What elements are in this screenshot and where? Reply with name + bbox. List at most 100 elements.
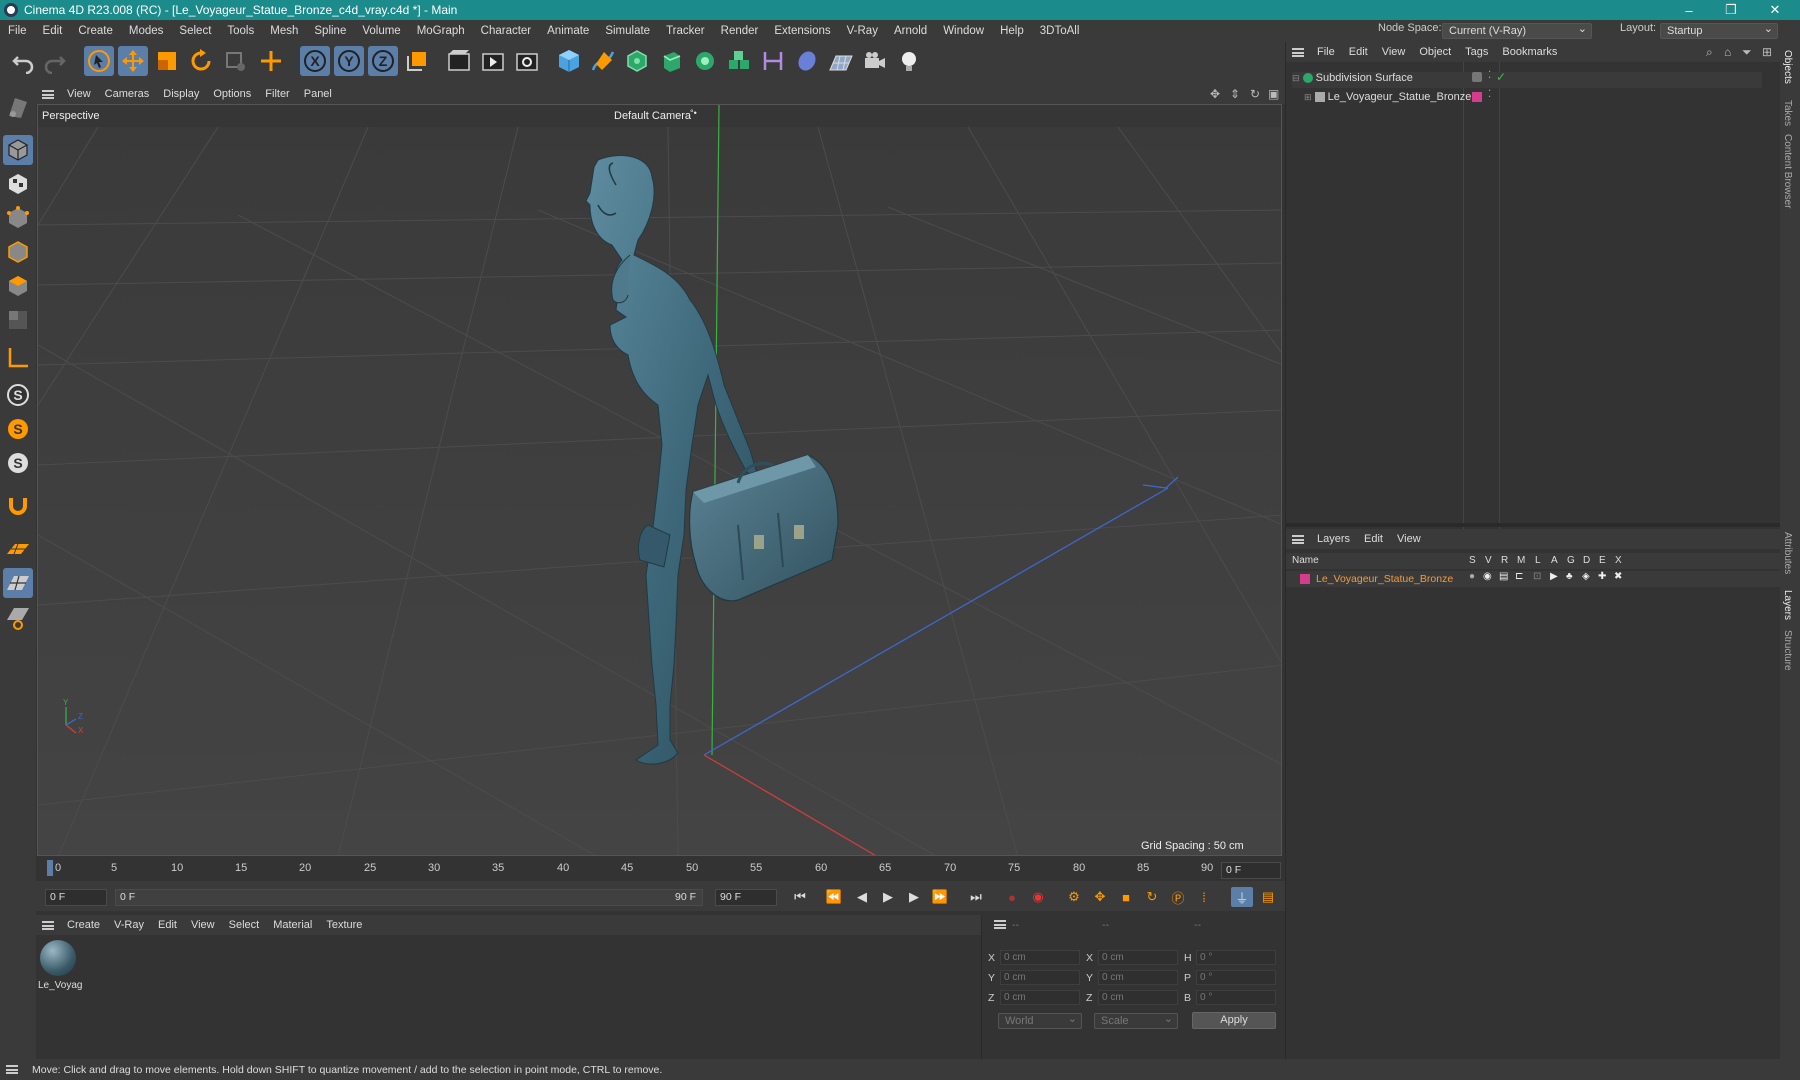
node-space-dropdown[interactable]: Current (V-Ray): [1442, 23, 1592, 39]
menu-spline[interactable]: Spline: [306, 25, 354, 37]
live-selection-icon[interactable]: [220, 46, 250, 76]
tab-structure[interactable]: Structure: [1782, 630, 1793, 671]
menu-mograph[interactable]: MoGraph: [409, 25, 473, 37]
previous-key-icon[interactable]: ⏪: [823, 887, 845, 907]
size-z-field[interactable]: 0 cm: [1098, 990, 1178, 1005]
viewport-menu-options[interactable]: Options: [206, 88, 258, 100]
menu-arnold[interactable]: Arnold: [886, 25, 935, 37]
axis-y-button[interactable]: Y: [334, 46, 364, 76]
coordinate-space-dropdown[interactable]: World: [998, 1013, 1082, 1029]
quantize-snap-icon[interactable]: S: [3, 448, 33, 478]
magnet-tool-icon[interactable]: [3, 490, 33, 520]
layer-tag-icon[interactable]: [1472, 72, 1482, 82]
current-frame-marker[interactable]: [47, 860, 53, 876]
cloner-icon[interactable]: [690, 46, 720, 76]
snap-icon[interactable]: S: [3, 380, 33, 410]
object-row-subdivision[interactable]: ⊟ Subdivision Surface ⁚ ✓: [1292, 70, 1762, 88]
deformer-icon[interactable]: [758, 46, 788, 76]
lm-menu-edit[interactable]: Edit: [1357, 533, 1390, 545]
render-settings-icon[interactable]: [512, 46, 542, 76]
previous-frame-icon[interactable]: ◀: [851, 887, 873, 907]
axis-x-button[interactable]: X: [300, 46, 330, 76]
render-to-picture-viewer-icon[interactable]: [478, 46, 508, 76]
tab-attributes[interactable]: Attributes: [1782, 532, 1793, 574]
layer-color-swatch[interactable]: [1300, 574, 1310, 584]
apply-button[interactable]: Apply: [1192, 1012, 1276, 1029]
edges-mode-icon[interactable]: [3, 237, 33, 267]
layer-name[interactable]: Le_Voyageur_Statue_Bronze: [1316, 573, 1453, 585]
viewport-menu-cameras[interactable]: Cameras: [98, 88, 157, 100]
subdivision-surface-icon[interactable]: [622, 46, 652, 76]
menu-select[interactable]: Select: [171, 25, 219, 37]
layer-col-view[interactable]: V: [1485, 555, 1492, 566]
om-search-icon[interactable]: ⌕: [1706, 45, 1713, 60]
tab-content-browser[interactable]: Content Browser: [1782, 134, 1793, 208]
material-menu-create[interactable]: Create: [60, 919, 107, 931]
workplane-snap-icon[interactable]: S: [3, 414, 33, 444]
viewport-rotate-icon[interactable]: ↻: [1250, 87, 1260, 101]
layer-col-xref[interactable]: X: [1615, 555, 1622, 566]
om-menu-object[interactable]: Object: [1412, 46, 1458, 58]
layer-view-icon[interactable]: ◉: [1483, 571, 1492, 582]
axis-mode-icon[interactable]: [3, 343, 33, 373]
make-editable-icon[interactable]: [3, 92, 33, 122]
viewport-menu-view[interactable]: View: [60, 88, 98, 100]
om-home-icon[interactable]: ⌂: [1724, 45, 1731, 59]
collapse-toggle-icon[interactable]: ⊟: [1292, 73, 1300, 83]
pen-spline-icon[interactable]: [588, 46, 618, 76]
current-frame-field[interactable]: 0 F: [1221, 862, 1281, 879]
autokeying-icon[interactable]: ◉: [1027, 887, 1049, 907]
rot-p-field[interactable]: 0 °: [1196, 970, 1276, 985]
lm-menu-view[interactable]: View: [1390, 533, 1428, 545]
viewport-pan-icon[interactable]: ✥: [1210, 87, 1220, 101]
viewport-camera-name[interactable]: Default Camera: [614, 110, 691, 122]
layer-generators-icon[interactable]: ♣: [1566, 571, 1573, 582]
planar-workplane-icon[interactable]: [3, 602, 33, 632]
layer-solo-icon[interactable]: ●: [1469, 571, 1475, 582]
lm-menu-layers[interactable]: Layers: [1310, 533, 1357, 545]
key-position-icon[interactable]: ✥: [1089, 887, 1111, 907]
key-parameter-icon[interactable]: Ⓟ: [1167, 887, 1189, 907]
layer-row[interactable]: Le_Voyageur_Statue_Bronze ● ◉ ▤ ⊏ ⊡ ▶ ♣ …: [1286, 571, 1780, 587]
object-name[interactable]: Subdivision Surface: [1316, 72, 1413, 84]
material-menu-vray[interactable]: V-Ray: [107, 919, 151, 931]
om-menu-edit[interactable]: Edit: [1342, 46, 1375, 58]
key-rotation-icon[interactable]: ↻: [1141, 887, 1163, 907]
uv-mode-icon[interactable]: [3, 305, 33, 335]
move-tool-icon[interactable]: [118, 46, 148, 76]
close-button[interactable]: ✕: [1752, 0, 1798, 20]
menu-tools[interactable]: Tools: [219, 25, 262, 37]
camera-object-icon[interactable]: [860, 46, 890, 76]
pos-y-field[interactable]: 0 cm: [1000, 970, 1080, 985]
layer-col-manager[interactable]: M: [1517, 555, 1525, 566]
viewport-maximize-icon[interactable]: ▣: [1268, 87, 1279, 101]
layer-expressions-icon[interactable]: ✚: [1598, 571, 1606, 582]
layout-dropdown[interactable]: Startup: [1660, 23, 1778, 39]
tab-takes[interactable]: Takes: [1782, 100, 1793, 126]
viewport-menu-display[interactable]: Display: [156, 88, 206, 100]
om-menu-view[interactable]: View: [1375, 46, 1413, 58]
cube-object-icon[interactable]: [554, 46, 584, 76]
object-manager-menu-icon[interactable]: [1292, 47, 1304, 57]
layer-lock-icon[interactable]: ⊡: [1533, 571, 1541, 582]
next-frame-icon[interactable]: ▶: [903, 887, 925, 907]
menu-3dtoall[interactable]: 3DToAll: [1032, 25, 1088, 37]
layer-manager-menu-icon[interactable]: [1292, 534, 1304, 544]
material-menu-texture[interactable]: Texture: [319, 919, 369, 931]
material-thumbnail[interactable]: [40, 940, 76, 976]
menu-create[interactable]: Create: [70, 25, 121, 37]
viewport-menu-filter[interactable]: Filter: [258, 88, 296, 100]
coordinate-mode-dropdown[interactable]: Scale: [1094, 1013, 1178, 1029]
go-to-end-icon[interactable]: ⏭: [965, 887, 987, 907]
start-frame-field[interactable]: 0 F: [45, 889, 107, 906]
add-object-icon[interactable]: [256, 46, 286, 76]
visibility-dots-icon[interactable]: ⁚: [1488, 89, 1491, 100]
undo-icon[interactable]: [8, 46, 38, 76]
enabled-check-icon[interactable]: ✓: [1496, 70, 1506, 84]
expand-toggle-icon[interactable]: ⊞: [1304, 92, 1312, 102]
workplane-icon[interactable]: [3, 534, 33, 564]
material-menu-material[interactable]: Material: [266, 919, 319, 931]
object-name[interactable]: Le_Voyageur_Statue_Bronze: [1328, 91, 1472, 103]
go-to-start-icon[interactable]: ⏮: [789, 887, 811, 907]
model-mode-icon[interactable]: [3, 135, 33, 165]
